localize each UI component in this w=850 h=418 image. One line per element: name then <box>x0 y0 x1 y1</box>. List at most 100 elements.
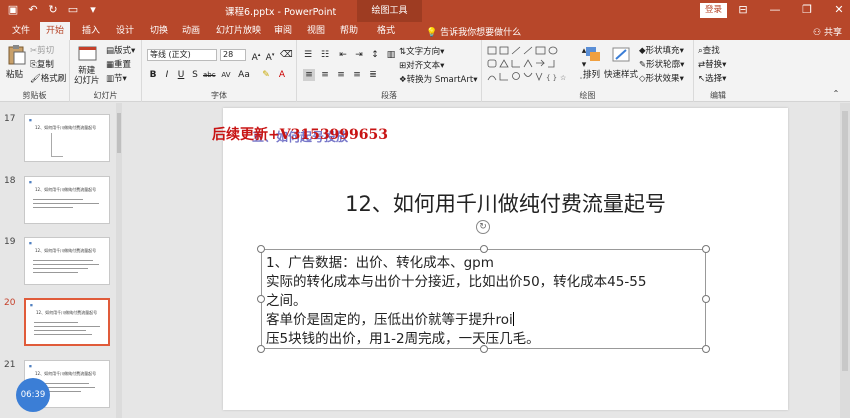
quick-styles-icon[interactable] <box>610 45 632 65</box>
close-icon[interactable]: ✕ <box>832 2 846 18</box>
numbering-icon[interactable]: ☷ <box>319 49 331 61</box>
svg-text:{ }: { } <box>546 74 557 82</box>
title-bar: ▣ ↶ ↻ ▭ ▾ 课程6.pptx - PowerPoint 绘图工具 登录 … <box>0 0 850 22</box>
thumb-text-line <box>33 199 83 200</box>
decrease-indent-icon[interactable]: ⇤ <box>337 49 349 61</box>
tab-review[interactable]: 审阅 <box>274 22 292 40</box>
columns-icon[interactable]: ▥ <box>385 49 397 61</box>
align-center-icon[interactable]: ≡ <box>319 69 331 81</box>
tab-help[interactable]: 帮助 <box>340 22 358 40</box>
clear-format-icon[interactable]: ⌫ <box>280 49 293 61</box>
tab-file[interactable]: 文件 <box>12 22 30 40</box>
char-spacing-button[interactable]: AV <box>220 69 232 81</box>
customize-icon[interactable]: ▾ <box>86 3 100 17</box>
minimize-icon[interactable]: — <box>768 2 782 18</box>
underline-button[interactable]: U <box>175 69 187 81</box>
resize-handle[interactable] <box>257 345 265 353</box>
shape-effects-button[interactable]: ◇形状效果▾ <box>639 72 684 84</box>
slide-thumbnail[interactable]: ■ 12、如何用千川做纯付费流量起号 <box>24 114 110 162</box>
slideshow-icon[interactable]: ▭ <box>66 3 80 17</box>
rotate-handle-icon[interactable]: ↻ <box>476 220 490 234</box>
slide-thumbnail[interactable]: ■ 12、如何用千川做纯付费流量起号 <box>24 176 110 224</box>
increase-indent-icon[interactable]: ⇥ <box>353 49 365 61</box>
grow-font-icon[interactable]: A▴ <box>250 49 262 63</box>
save-icon[interactable]: ▣ <box>6 3 20 17</box>
tab-design[interactable]: 设计 <box>116 22 134 40</box>
change-case-button[interactable]: Aa <box>238 69 250 81</box>
thumb-text-line <box>33 264 99 265</box>
tab-format[interactable]: 格式 <box>377 22 395 40</box>
thumb-text-line <box>34 326 100 327</box>
cut-button[interactable]: ✂剪切 <box>30 44 54 56</box>
restore-icon[interactable]: ❐ <box>800 2 814 18</box>
tab-insert[interactable]: 插入 <box>82 22 100 40</box>
reset-button[interactable]: ▦重置 <box>106 58 131 70</box>
arrange-button[interactable]: 排列 <box>583 68 600 80</box>
arrange-icon[interactable] <box>582 45 604 65</box>
slide-title[interactable]: 12、如何用千川做纯付费流量起号 <box>223 188 788 218</box>
tab-view[interactable]: 视图 <box>307 22 325 40</box>
editing-group-label: 编辑 <box>710 91 726 100</box>
text-direction-button[interactable]: ⇅文字方向▾ <box>399 45 444 57</box>
format-painter-button[interactable]: 🖌格式刷 <box>30 72 66 84</box>
new-slide-button[interactable]: 新建 幻灯片 <box>74 66 100 86</box>
highlight-icon[interactable]: ✎ <box>260 69 272 81</box>
font-color-button[interactable]: A <box>276 69 288 81</box>
new-slide-icon[interactable] <box>77 44 99 64</box>
ribbon-display-icon[interactable]: ⊟ <box>736 2 750 18</box>
redo-icon[interactable]: ↻ <box>46 3 60 17</box>
thumb-title: 12、如何用千川做纯付费流量起号 <box>35 125 97 130</box>
font-size-combo[interactable]: 28 <box>220 49 246 61</box>
bullets-icon[interactable]: ☰ <box>302 49 314 61</box>
line-spacing-icon[interactable]: ↕ <box>369 49 381 61</box>
login-button[interactable]: 登录 <box>700 3 727 18</box>
brush-icon: 🖌 <box>30 74 41 84</box>
distributed-icon[interactable]: ≣ <box>367 69 379 81</box>
bold-button[interactable]: B <box>147 69 159 81</box>
font-name-combo[interactable]: 等线 (正文) <box>147 49 217 61</box>
align-left-icon[interactable]: ≡ <box>303 69 315 81</box>
tell-me-search[interactable]: 💡 告诉我你想要做什么 <box>426 25 521 38</box>
shapes-gallery[interactable]: { } ☆ <box>486 45 578 85</box>
tab-transitions[interactable]: 切换 <box>150 22 168 40</box>
thumb-header: ■ <box>30 303 33 307</box>
slide-thumbnail[interactable]: ■ 12、如何用千川做纯付费流量起号 <box>24 237 110 285</box>
select-button[interactable]: ↖选择▾ <box>698 72 726 84</box>
shadow-button[interactable]: S <box>189 69 201 81</box>
scrollbar-thumb[interactable] <box>842 111 848 371</box>
scrollbar-thumb[interactable] <box>117 113 121 153</box>
share-button[interactable]: ⚇ 共享 <box>813 25 842 38</box>
quick-styles-button[interactable]: 快速样式 <box>604 68 638 80</box>
tab-home[interactable]: 开始 <box>40 22 71 40</box>
slide-thumbnail-active[interactable]: ■ 12、如何用千川做纯付费流量起号 <box>24 298 110 346</box>
align-right-icon[interactable]: ≡ <box>335 69 347 81</box>
slide-body-text[interactable]: 1、广告数据：出价、转化成本、gpm 实际的转化成本与出价十分接近，比如出价50… <box>266 254 706 349</box>
resize-handle[interactable] <box>480 245 488 253</box>
undo-icon[interactable]: ↶ <box>26 3 40 17</box>
paste-icon[interactable] <box>5 45 27 65</box>
justify-icon[interactable]: ≡ <box>351 69 363 81</box>
section-button[interactable]: ▥节▾ <box>106 72 127 84</box>
smartart-button[interactable]: ❖转换为 SmartArt▾ <box>399 73 477 85</box>
paste-button[interactable]: 粘贴 <box>6 68 23 80</box>
quick-access-toolbar: ▣ ↶ ↻ ▭ ▾ <box>6 3 100 17</box>
resize-handle[interactable] <box>702 245 710 253</box>
collapse-ribbon-icon[interactable]: ⌃ <box>830 88 842 100</box>
shape-fill-button[interactable]: ◆形状填充▾ <box>639 44 684 56</box>
find-button[interactable]: ⌕查找 <box>698 44 720 56</box>
copy-button[interactable]: ⎘复制 <box>30 58 54 70</box>
align-text-button[interactable]: ⊞对齐文本▾ <box>399 59 444 71</box>
editor-scrollbar[interactable] <box>840 103 850 418</box>
resize-handle[interactable] <box>257 295 265 303</box>
shrink-font-icon[interactable]: A▾ <box>264 49 276 63</box>
shape-outline-button[interactable]: ✎形状轮廓▾ <box>639 58 684 70</box>
tab-slideshow[interactable]: 幻灯片放映 <box>216 22 261 40</box>
copy-icon: ⎘ <box>30 60 37 70</box>
tab-animations[interactable]: 动画 <box>182 22 200 40</box>
replace-button[interactable]: ⇄替换▾ <box>698 58 726 70</box>
layout-button[interactable]: ▤版式▾ <box>106 44 135 56</box>
italic-button[interactable]: I <box>161 69 173 81</box>
resize-handle[interactable] <box>257 245 265 253</box>
strikethrough-icon[interactable]: abc <box>203 69 216 81</box>
reset-icon: ▦ <box>106 60 115 70</box>
